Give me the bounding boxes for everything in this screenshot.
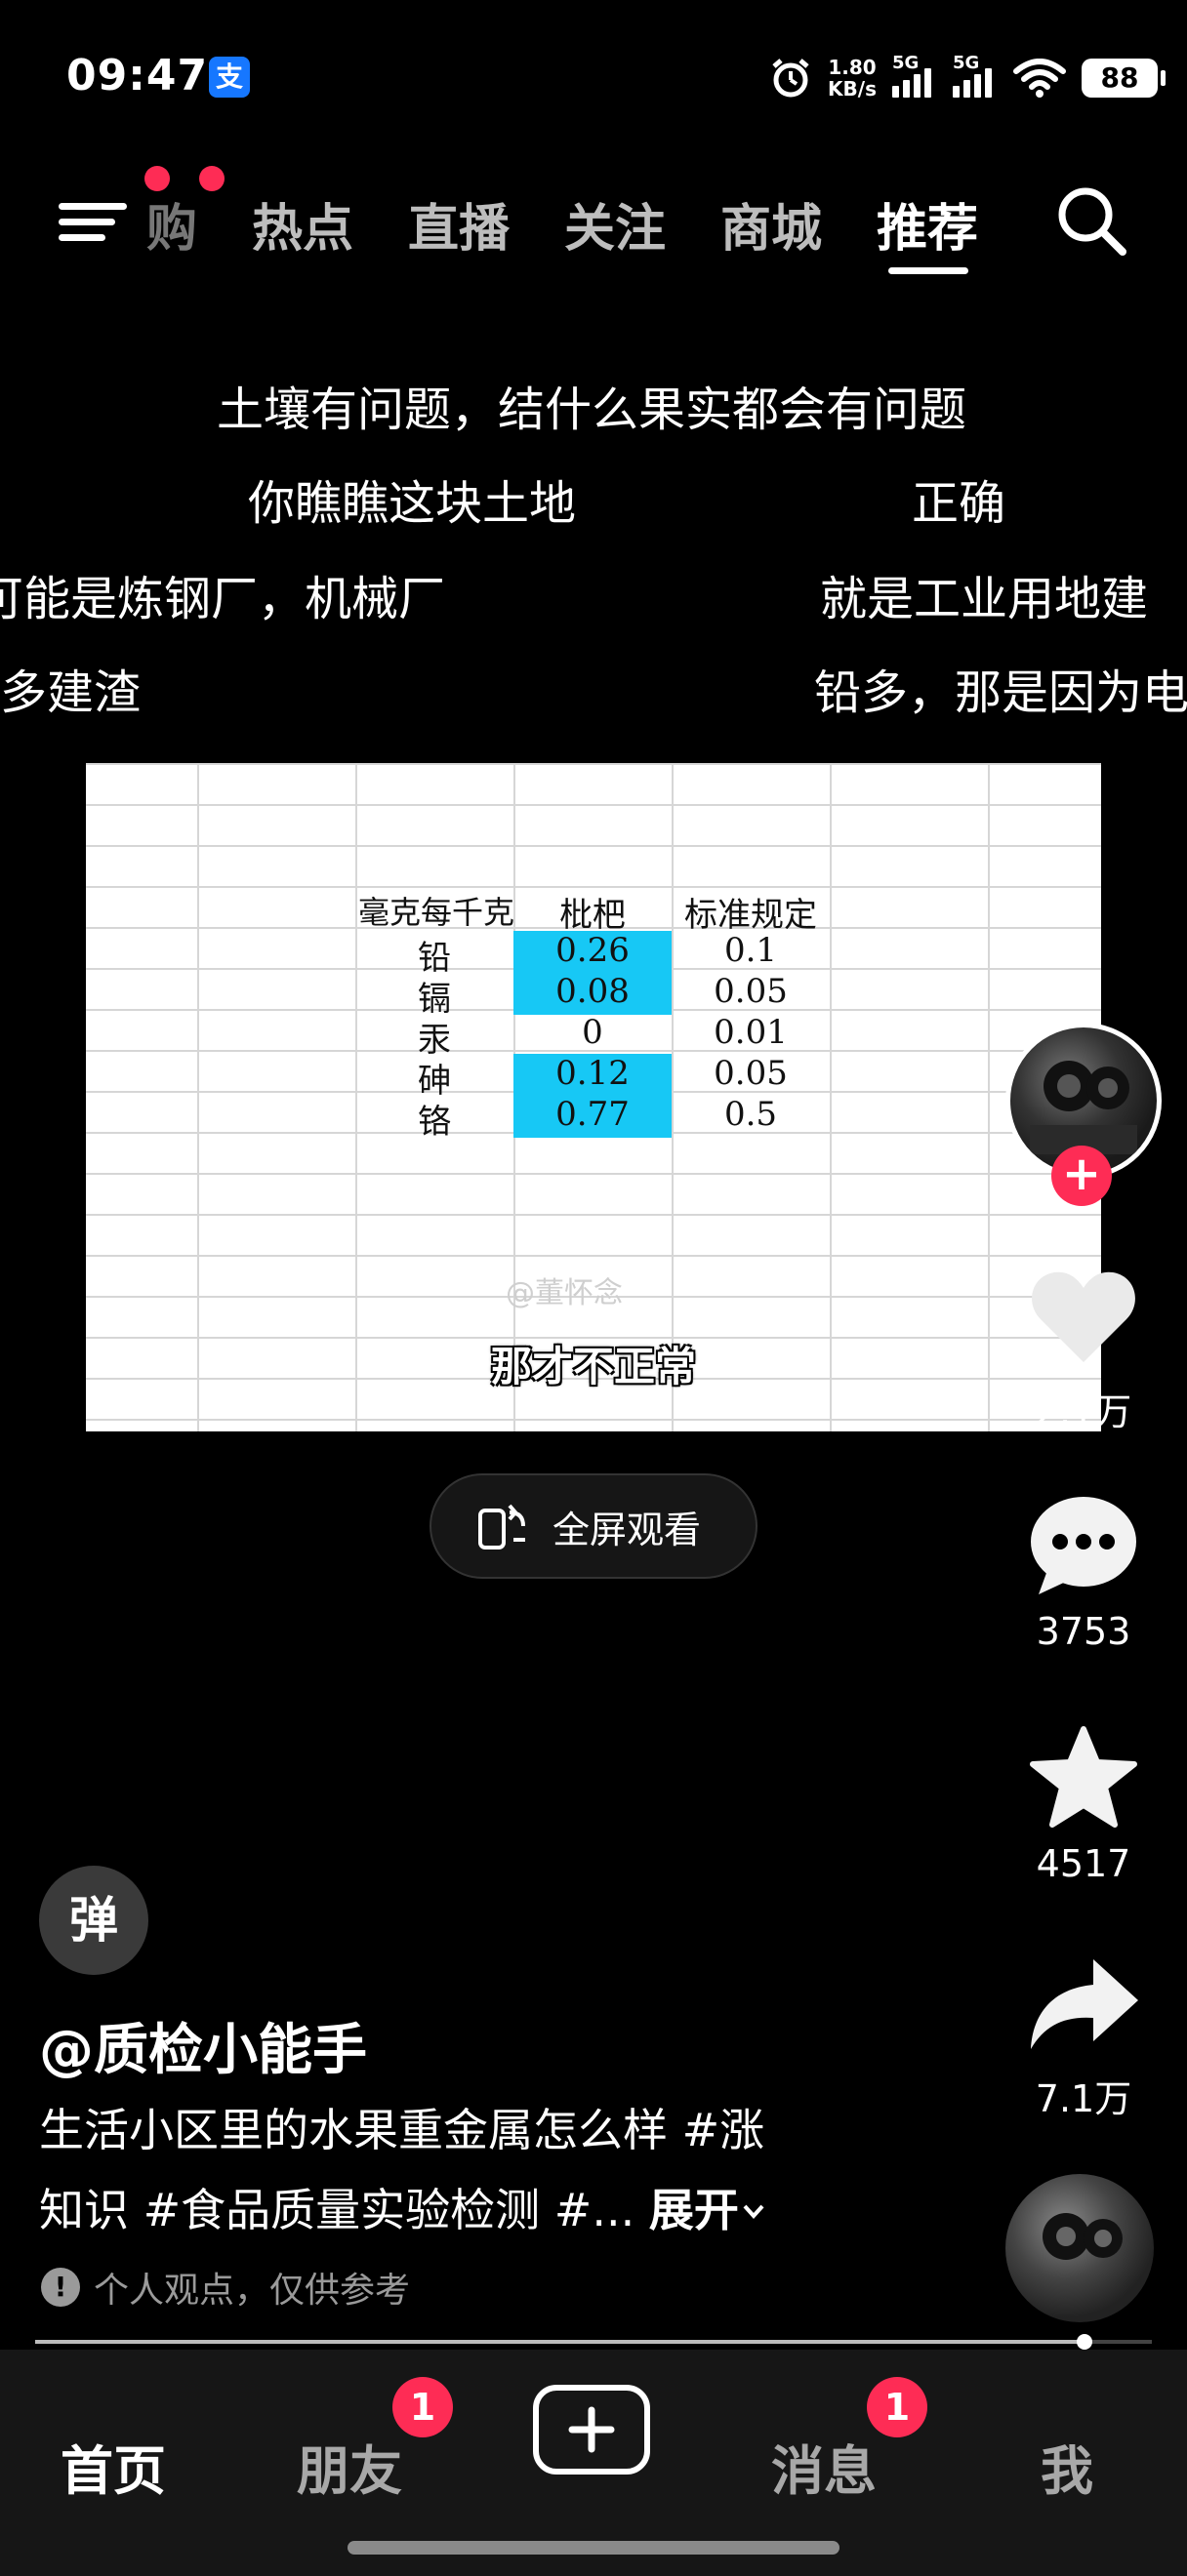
disclaimer-text: 个人观点，仅供参考 (94, 2271, 411, 2311)
table-cell-value: 0.12 (555, 1054, 630, 1093)
table-header: 标准规定 (684, 896, 817, 935)
table-cell-standard: 0.01 (714, 1013, 788, 1052)
lyric-line: 土壤有问题，结什么果实都会有问题 (217, 382, 967, 437)
table-cell-standard: 0.05 (714, 972, 788, 1011)
tab-messages[interactable]: 消息 (771, 2428, 877, 2505)
table-cell-element: 铬 (418, 1103, 451, 1142)
table-cell-value: 0.08 (555, 972, 630, 1011)
expand-button[interactable]: 展开 (649, 2184, 768, 2236)
lyric-line: 你瞧瞧这块土地 (248, 476, 577, 531)
table-cell-value: 0.77 (555, 1095, 630, 1134)
status-bar: 09:47 支 1.80 KB/s 5G 5G 88 (0, 0, 1187, 156)
effect-badge[interactable]: 弹 (39, 1866, 148, 1975)
tab-hot[interactable]: 热点 (252, 187, 353, 261)
microscope-thumbnail (1043, 2213, 1123, 2260)
progress-thumb[interactable] (1077, 2334, 1093, 2350)
friends-badge: 1 (392, 2377, 453, 2437)
description-line: 知识 #食品质量实验检测 #... (39, 2184, 635, 2236)
tab-home[interactable]: 首页 (61, 2428, 166, 2505)
bottom-tab-bar: 首页 朋友 1 消息 1 我 (0, 2350, 1187, 2576)
favorite-button[interactable]: 4517 (1005, 1725, 1162, 1885)
tab-me[interactable]: 我 (1041, 2428, 1093, 2505)
comment-icon (1031, 1497, 1136, 1594)
home-indicator (348, 2541, 839, 2555)
disclaimer: ! 个人观点，仅供参考 (41, 2262, 410, 2313)
tab-live[interactable]: 直播 (408, 187, 510, 261)
heart-icon (1032, 1271, 1135, 1362)
table-cell-standard: 0.05 (714, 1054, 788, 1093)
table-header: 枇杷 (559, 896, 626, 935)
comment-button[interactable]: 3753 (1005, 1493, 1162, 1653)
progress-bar[interactable] (35, 2334, 1152, 2350)
share-count: 7.1万 (1035, 2077, 1132, 2120)
author-name[interactable]: @质检小能手 (39, 2006, 367, 2085)
music-disc[interactable] (1005, 2174, 1154, 2322)
status-indicators: 1.80 KB/s 5G 5G 88 (769, 51, 1166, 105)
alipay-icon: 支 (209, 57, 250, 98)
menu-icon[interactable] (59, 189, 127, 248)
fullscreen-label: 全屏观看 (553, 1508, 702, 1551)
battery-icon: 88 (1082, 59, 1166, 98)
like-count: 2.1万 (1035, 1390, 1132, 1433)
post-description[interactable]: 生活小区里的水果重金属怎么样 #涨 知识 #食品质量实验检测 #... 展开 (39, 2090, 879, 2250)
table-cell-standard: 0.5 (723, 1095, 778, 1134)
share-button[interactable]: 7.1万 (1005, 1952, 1162, 2122)
description-line: 生活小区里的水果重金属怎么样 #涨 (39, 2104, 765, 2156)
status-time: 09:47 (66, 51, 209, 101)
fullscreen-button[interactable]: 全屏观看 (430, 1473, 757, 1579)
tab-recommend[interactable]: 推荐 (877, 187, 978, 261)
active-tab-indicator (888, 267, 968, 274)
table-cell-standard: 0.1 (723, 931, 778, 970)
tab-friends[interactable]: 朋友 (297, 2428, 402, 2505)
follow-button[interactable]: + (1051, 1146, 1112, 1206)
tab-shop[interactable]: 商城 (720, 187, 822, 261)
net-speed: 1.80 KB/s (828, 56, 877, 101)
signal-icon: 5G (953, 53, 998, 98)
lyric-line: 很多建渣 (0, 665, 142, 720)
video-subtitle: 那才不正常 (490, 1343, 696, 1390)
tab-mall-partial[interactable]: 购 (146, 187, 197, 261)
top-nav: 购 热点 直播 关注 商城 推荐 (0, 166, 1187, 283)
lyric-line: 就是工业用地建 (820, 572, 1149, 626)
favorite-count: 4517 (1036, 1842, 1131, 1885)
lyric-line: 可能是炼钢厂，机械厂 (0, 572, 446, 626)
table-cell-value: 0 (582, 1013, 603, 1052)
progress-fill (35, 2340, 1085, 2344)
signal-icon: 5G (892, 53, 937, 98)
messages-badge: 1 (867, 2377, 927, 2437)
table-cell-value: 0.26 (555, 931, 630, 970)
notification-dot (199, 166, 225, 191)
star-icon (1030, 1726, 1137, 1828)
search-icon[interactable] (1052, 181, 1130, 260)
chevron-down-icon (743, 2204, 764, 2219)
share-icon (1031, 1959, 1138, 2049)
wifi-icon (1013, 59, 1066, 98)
rotate-screen-icon (478, 1504, 525, 1550)
warning-icon: ! (41, 2268, 80, 2307)
like-button[interactable]: 2.1万 (1005, 1265, 1162, 1435)
lyric-line: 铅多，那是因为电 (814, 665, 1187, 720)
comment-count: 3753 (1036, 1610, 1131, 1653)
lyric-line: 正确 (912, 476, 1006, 531)
watermark: @董怀念 (506, 1276, 623, 1310)
plus-icon (568, 2406, 615, 2453)
alarm-icon (772, 59, 809, 98)
table-header: 毫克每千克 (357, 894, 514, 931)
tab-following[interactable]: 关注 (564, 187, 666, 261)
video-player[interactable]: 毫克每千克 枇杷 标准规定 铅 0.26 0.1 镉 0.08 0.05 汞 0… (86, 763, 1101, 1431)
create-button[interactable] (533, 2385, 650, 2475)
